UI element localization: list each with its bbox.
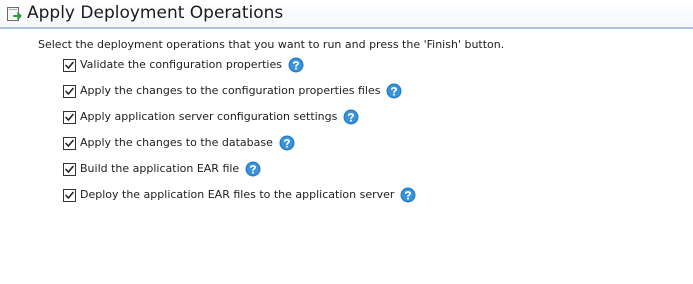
- deploy-ear-checkbox[interactable]: [63, 188, 76, 202]
- deploy-ear-label[interactable]: Deploy the application EAR files to the …: [80, 187, 394, 203]
- operation-row-build-ear[interactable]: Build the application EAR file: [63, 160, 261, 178]
- operation-row-validate[interactable]: Validate the configuration properties: [63, 56, 304, 74]
- operation-row-apply-database[interactable]: Apply the changes to the database: [63, 134, 295, 152]
- build-ear-checkbox[interactable]: [63, 162, 76, 176]
- instructions-text: Select the deployment operations that yo…: [38, 38, 505, 51]
- validate-config-checkbox[interactable]: [63, 58, 76, 72]
- help-icon[interactable]: [343, 109, 359, 125]
- app-server-settings-checkbox[interactable]: [63, 110, 76, 124]
- apply-database-checkbox[interactable]: [63, 136, 76, 150]
- help-icon[interactable]: [400, 187, 416, 203]
- validate-config-label[interactable]: Validate the configuration properties: [80, 57, 282, 73]
- operation-row-apply-properties[interactable]: Apply the changes to the configuration p…: [63, 82, 402, 100]
- help-icon[interactable]: [279, 135, 295, 151]
- apply-properties-label[interactable]: Apply the changes to the configuration p…: [80, 83, 380, 99]
- help-icon[interactable]: [245, 161, 261, 177]
- help-icon[interactable]: [288, 57, 304, 73]
- apply-wizard-icon: [7, 7, 22, 21]
- header-divider: [0, 27, 693, 29]
- page-title: Apply Deployment Operations: [27, 3, 284, 23]
- operation-row-app-server-settings[interactable]: Apply application server configuration s…: [63, 108, 359, 126]
- operation-row-deploy-ear[interactable]: Deploy the application EAR files to the …: [63, 186, 416, 204]
- apply-properties-checkbox[interactable]: [63, 84, 76, 98]
- help-icon[interactable]: [386, 83, 402, 99]
- page-header: Apply Deployment Operations: [0, 0, 693, 28]
- app-server-settings-label[interactable]: Apply application server configuration s…: [80, 109, 337, 125]
- build-ear-label[interactable]: Build the application EAR file: [80, 161, 239, 177]
- apply-database-label[interactable]: Apply the changes to the database: [80, 135, 273, 151]
- apply-deployment-operations-page: Apply Deployment Operations Select the d…: [0, 0, 693, 284]
